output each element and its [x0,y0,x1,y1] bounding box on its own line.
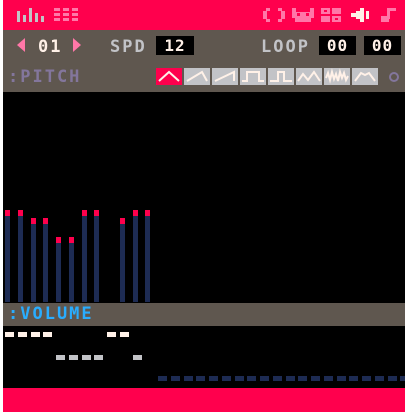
custom-instrument-toggle-icon[interactable] [388,71,400,83]
sfx-icon[interactable] [348,8,370,22]
volume-marker[interactable] [5,332,14,337]
pitch-bar-cap [43,218,48,224]
pitch-bar-cap [94,210,99,216]
waveform-organ-button[interactable] [296,68,322,85]
waveform-pulse-button[interactable] [268,68,294,85]
pitch-bar[interactable] [5,216,10,302]
waveform-square-button[interactable] [240,68,266,85]
waveform-triangle-button[interactable] [156,68,182,85]
sfx-editor-window: 01 SPD 12 LOOP 00 00 :PITCH:VOLUME [3,0,405,412]
pitch-bar-cap [145,210,150,216]
volume-marker[interactable] [158,376,167,381]
pitch-bar[interactable] [18,216,23,302]
volume-marker[interactable] [260,376,269,381]
volume-marker[interactable] [18,332,27,337]
volume-marker[interactable] [209,376,218,381]
pitch-bar[interactable] [56,243,61,302]
sfx-controls-row: 01 SPD 12 LOOP 00 00 [3,30,405,63]
loop-label: LOOP [261,37,310,57]
pitch-bar-cap [69,237,74,243]
pitch-bar[interactable] [133,216,138,302]
volume-marker[interactable] [298,376,307,381]
volume-marker[interactable] [235,376,244,381]
pitch-bar[interactable] [31,224,36,302]
volume-marker[interactable] [247,376,256,381]
volume-marker[interactable] [43,332,52,337]
pitch-bar[interactable] [145,216,150,302]
volume-marker[interactable] [82,355,91,360]
volume-marker[interactable] [94,355,103,360]
waveform-phaser-button[interactable] [352,68,378,85]
volume-section-label: :VOLUME [8,304,94,324]
pitch-bar-cap [5,210,10,216]
volume-marker[interactable] [31,332,40,337]
pitch-bar-cap [133,210,138,216]
pitch-bar-cap [31,218,36,224]
volume-marker[interactable] [337,376,346,381]
volume-marker[interactable] [133,355,142,360]
grid-icon[interactable] [54,8,78,22]
pitch-section-label: :PITCH [8,67,82,87]
sprite-icon[interactable] [292,8,314,22]
volume-marker[interactable] [349,376,358,381]
volume-marker[interactable] [388,376,397,381]
code-icon[interactable] [263,8,285,22]
pitch-bar-cap [18,210,23,216]
speed-label: SPD [110,37,147,57]
map-icon[interactable] [321,8,341,22]
waveform-tilted-saw-button[interactable] [184,68,210,85]
volume-marker[interactable] [273,376,282,381]
volume-marker[interactable] [400,376,405,381]
volume-marker[interactable] [107,332,116,337]
volume-marker[interactable] [120,332,129,337]
volume-marker[interactable] [56,355,65,360]
bottom-status-bar [3,388,405,412]
pitch-bar[interactable] [82,216,87,302]
pitch-bar[interactable] [120,224,125,302]
speed-field[interactable]: 12 [156,36,194,55]
top-toolbar [3,0,405,30]
prev-sfx-arrow-icon[interactable] [17,38,25,52]
volume-marker[interactable] [362,376,371,381]
pitch-bar-cap [82,210,87,216]
volume-marker[interactable] [196,376,205,381]
waveform-noise-button[interactable] [324,68,350,85]
pitch-bar-cap [56,237,61,243]
volume-marker[interactable] [375,376,384,381]
volume-graph[interactable] [3,326,405,388]
pitch-graph[interactable] [3,92,405,302]
volume-marker[interactable] [184,376,193,381]
volume-marker[interactable] [311,376,320,381]
volume-marker[interactable] [222,376,231,381]
waveform-saw-button[interactable] [212,68,238,85]
sfx-number[interactable]: 01 [38,39,62,56]
pitch-bar[interactable] [94,216,99,302]
pitch-bar-cap [120,218,125,224]
volume-marker[interactable] [324,376,333,381]
loop-end-field[interactable]: 00 [364,36,401,55]
pitch-bar[interactable] [69,243,74,302]
loop-start-field[interactable]: 00 [319,36,356,55]
music-icon[interactable] [377,8,397,22]
volume-header-row: :VOLUME [3,303,405,326]
pitch-bar[interactable] [43,224,48,302]
volume-marker[interactable] [286,376,295,381]
bar-chart-icon[interactable] [17,8,45,22]
volume-marker[interactable] [69,355,78,360]
next-sfx-arrow-icon[interactable] [73,38,81,52]
volume-marker[interactable] [171,376,180,381]
